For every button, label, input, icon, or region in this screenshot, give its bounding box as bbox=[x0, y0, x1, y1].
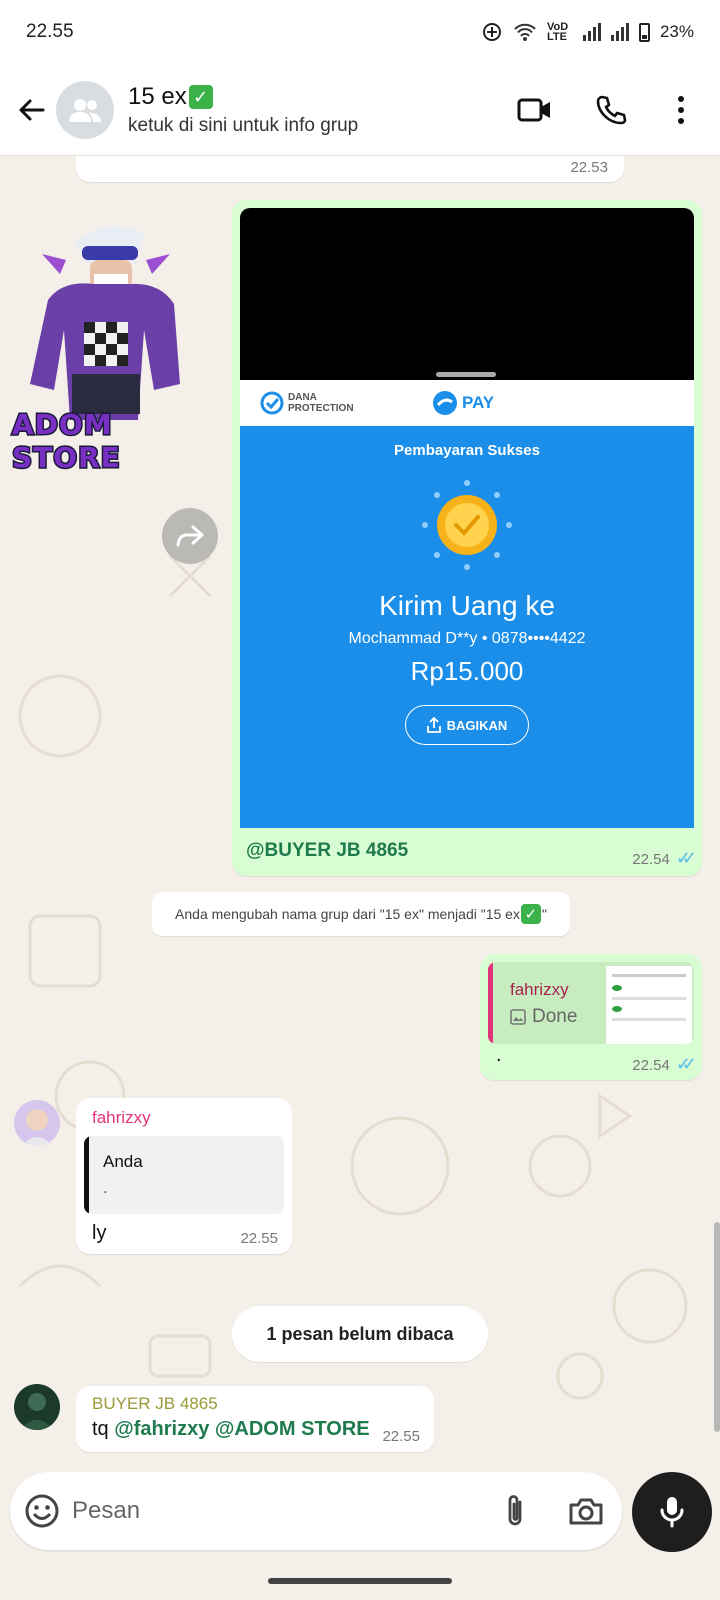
quoted-message[interactable]: fahrizxy Done bbox=[488, 962, 694, 1044]
quoted-thumbnail bbox=[606, 966, 692, 1044]
share-icon bbox=[426, 717, 441, 733]
voice-record-button[interactable] bbox=[632, 1472, 712, 1552]
group-icon bbox=[69, 98, 101, 122]
payment-status: Pembayaran Sukses bbox=[394, 442, 540, 459]
signal-icon bbox=[582, 23, 601, 41]
previous-message[interactable]: 22.53 bbox=[76, 156, 624, 182]
signal-icon-2 bbox=[610, 23, 629, 41]
back-arrow-icon bbox=[19, 99, 45, 120]
mention-adom-store[interactable]: @ADOM STORE bbox=[215, 1418, 370, 1440]
message-meta: 22.54 ✓✓ bbox=[632, 1054, 697, 1075]
battery-level: 23% bbox=[659, 22, 694, 41]
payment-screenshot[interactable]: DANA PROTECTION PAY Pembayaran Sukses Ki… bbox=[240, 380, 694, 828]
avatar-image-icon bbox=[20, 1393, 54, 1430]
quoted-author: Anda bbox=[103, 1152, 143, 1171]
avatar-face-icon bbox=[22, 1109, 52, 1146]
message-time: 22.54 bbox=[632, 1057, 670, 1074]
message-text: . bbox=[496, 1044, 502, 1066]
chat-header: 15 ex ✓ ketuk di sini untuk info grup bbox=[0, 64, 720, 156]
emoji-icon[interactable] bbox=[24, 1493, 60, 1529]
quoted-preview: Done bbox=[510, 1006, 577, 1028]
battery-icon bbox=[638, 22, 650, 42]
forward-button[interactable] bbox=[162, 508, 218, 564]
read-ticks-icon: ✓✓ bbox=[675, 1054, 697, 1074]
success-coin-icon bbox=[422, 480, 512, 570]
payment-recipient: Mochammad D**y • 0878••••4422 bbox=[348, 630, 586, 647]
payment-title: Kirim Uang ke bbox=[379, 590, 555, 621]
more-icon bbox=[678, 95, 684, 124]
outgoing-reply-message[interactable]: fahrizxy Done . 22.54 ✓✓ bbox=[480, 954, 702, 1080]
message-text: tq @fahrizxy @ADOM STORE bbox=[92, 1418, 370, 1440]
sender-avatar-fahrizxy[interactable] bbox=[14, 1100, 60, 1146]
incoming-message-fahrizxy[interactable]: fahrizxy Anda . ly 22.55 bbox=[76, 1098, 292, 1254]
video-call-button[interactable] bbox=[504, 79, 566, 141]
sender-avatar-buyer[interactable] bbox=[14, 1384, 60, 1430]
sticker-label: ADOM STORE bbox=[11, 407, 122, 476]
group-title: 15 ex ✓ bbox=[128, 83, 504, 111]
wifi-icon bbox=[514, 23, 536, 41]
status-bar: 22.55 VoD LTE 23% bbox=[0, 0, 720, 64]
image-caption: @BUYER JB 4865 bbox=[246, 840, 409, 861]
data-saver-icon bbox=[482, 23, 501, 41]
message-input[interactable]: Pesan bbox=[72, 1497, 502, 1525]
dana-protection-label: DANA PROTECTION bbox=[288, 392, 354, 414]
voice-call-button[interactable] bbox=[580, 79, 642, 141]
forward-icon bbox=[176, 525, 204, 547]
message-time: 22.55 bbox=[382, 1428, 420, 1445]
group-avatar[interactable] bbox=[56, 80, 114, 139]
sender-name: BUYER JB 4865 bbox=[92, 1394, 218, 1413]
message-text: ly bbox=[92, 1222, 107, 1244]
status-icons: VoD LTE 23% bbox=[481, 21, 694, 43]
system-notice: Anda mengubah nama grup dari "15 ex" men… bbox=[152, 892, 570, 936]
mention-fahrizxy[interactable]: @fahrizxy bbox=[114, 1418, 209, 1440]
status-time: 22.55 bbox=[26, 21, 74, 42]
dana-brand: PAY bbox=[462, 393, 495, 412]
phone-icon bbox=[596, 95, 627, 124]
video-call-icon bbox=[517, 98, 550, 121]
sticker-character-image bbox=[30, 226, 180, 420]
message-time: 22.55 bbox=[240, 1230, 278, 1247]
dana-logo-icon bbox=[433, 391, 457, 415]
scrollbar-thumb[interactable] bbox=[714, 1222, 720, 1432]
home-gesture-bar[interactable] bbox=[268, 1578, 452, 1584]
message-composer[interactable]: Pesan bbox=[10, 1472, 622, 1550]
group-subtitle: ketuk di sini untuk info grup bbox=[128, 114, 359, 136]
image-icon bbox=[510, 1009, 526, 1025]
message-meta: 22.54 ✓✓ bbox=[632, 848, 697, 869]
more-options-button[interactable] bbox=[650, 79, 712, 141]
payment-body: Pembayaran Sukses Kirim Uang ke Mochamma… bbox=[240, 426, 694, 828]
image-black-top bbox=[240, 208, 694, 380]
image-message[interactable]: DANA PROTECTION PAY Pembayaran Sukses Ki… bbox=[232, 200, 702, 876]
sticker-adom-store[interactable]: ADOM STORE bbox=[8, 204, 204, 476]
camera-icon[interactable] bbox=[568, 1496, 604, 1526]
message-list[interactable]: 22.53 ADOM STORE DANA PROTECTION PAY Pem… bbox=[0, 156, 720, 1466]
quoted-author: fahrizxy bbox=[510, 980, 569, 999]
payment-amount: Rp15.000 bbox=[410, 656, 524, 686]
share-button[interactable]: BAGIKAN bbox=[405, 705, 529, 745]
quoted-message[interactable]: Anda . bbox=[84, 1136, 284, 1214]
payment-header: DANA PROTECTION PAY bbox=[240, 380, 694, 426]
read-ticks-icon: ✓✓ bbox=[675, 848, 697, 868]
dana-protection-icon bbox=[260, 391, 284, 415]
message-time: 22.54 bbox=[632, 851, 670, 868]
quoted-text: . bbox=[103, 1178, 108, 1197]
attach-icon[interactable] bbox=[502, 1493, 528, 1529]
sender-name: fahrizxy bbox=[92, 1108, 151, 1127]
message-time: 22.53 bbox=[570, 159, 608, 176]
group-info[interactable]: 15 ex ✓ ketuk di sini untuk info grup bbox=[128, 83, 504, 137]
check-icon: ✓ bbox=[188, 84, 213, 109]
unread-divider: 1 pesan belum dibaca bbox=[232, 1306, 488, 1362]
check-icon: ✓ bbox=[520, 904, 541, 924]
incoming-message-buyer[interactable]: BUYER JB 4865 tq @fahrizxy @ADOM STORE 2… bbox=[76, 1386, 434, 1452]
mic-icon bbox=[660, 1497, 684, 1528]
network-label: VoD LTE bbox=[546, 21, 569, 43]
back-button[interactable] bbox=[4, 82, 60, 138]
